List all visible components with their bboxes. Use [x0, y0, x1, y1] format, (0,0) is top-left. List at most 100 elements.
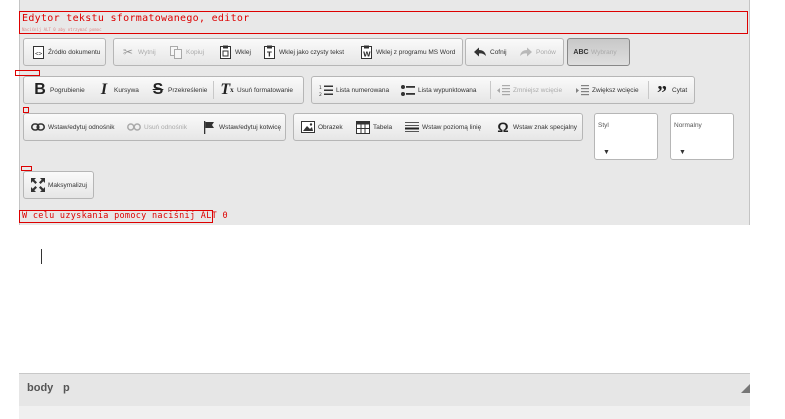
- horizontal-rule-label: Wstaw poziomą linię: [422, 123, 482, 131]
- image-icon: [301, 120, 315, 134]
- editing-area[interactable]: [19, 225, 750, 373]
- toolbar-group-undo: Cofnij Ponów: [465, 38, 564, 66]
- spellcheck-button[interactable]: ABC Wybrany: [571, 39, 620, 65]
- undo-button[interactable]: Cofnij: [470, 39, 510, 65]
- chevron-down-icon: ▼: [603, 149, 610, 156]
- paste-word-icon: W: [359, 45, 373, 59]
- bulleted-list-button[interactable]: Lista wypunktowana: [398, 77, 480, 103]
- strike-button[interactable]: S Przekreślenie: [148, 77, 210, 103]
- undo-button-label: Cofnij: [490, 48, 507, 56]
- toolbar-group-spellcheck: ABC Wybrany: [567, 38, 630, 66]
- editor-subtitle: Naciśnij ALT 0 aby otrzymać pomoc: [22, 27, 102, 32]
- paste-text-button[interactable]: T Wklej jako czysty tekst: [259, 39, 347, 65]
- copy-button-label: Kopiuj: [186, 48, 205, 56]
- toolbar-group-clipboard: ✂ Wytnij Kopiuj Wklej T Wklej jako czyst…: [113, 38, 463, 66]
- bulleted-list-label: Lista wypunktowana: [418, 86, 477, 94]
- table-button-label: Tabela: [373, 123, 393, 131]
- outdent-icon: [496, 83, 510, 97]
- element-path-p[interactable]: p: [63, 382, 70, 394]
- numbered-list-icon: 12: [319, 83, 333, 97]
- remove-format-icon: Tx: [220, 81, 234, 98]
- cut-button-label: Wytnij: [138, 48, 156, 56]
- paste-text-label: Wklej jako czysty tekst: [279, 48, 345, 56]
- anchor-button[interactable]: Wstaw/edytuj kotwicę: [199, 114, 284, 140]
- strike-button-label: Przekreślenie: [168, 86, 208, 94]
- outdent-button[interactable]: Zmniejsz wcięcie: [493, 77, 565, 103]
- toolbar-separator: [490, 81, 491, 99]
- styles-dropdown-value: Styl: [598, 122, 609, 129]
- image-button-label: Obrazek: [318, 123, 343, 131]
- maximize-label: Maksymalizuj: [48, 181, 88, 189]
- toolbar-group-links: Wstaw/edytuj odnośnik Usuń odnośnik Wsta…: [23, 113, 286, 141]
- bold-button[interactable]: B Pogrubienie: [30, 77, 88, 103]
- resize-handle[interactable]: [741, 384, 750, 393]
- svg-text:2: 2: [319, 92, 322, 97]
- strikethrough-icon: S: [152, 81, 164, 98]
- flag-icon: [202, 120, 216, 134]
- toolbar-separator: [213, 81, 214, 99]
- svg-text:1: 1: [319, 85, 322, 91]
- undo-icon: [473, 45, 487, 59]
- status-bar: body p: [19, 373, 750, 406]
- horizontal-rule-button[interactable]: Wstaw poziomą linię: [402, 114, 484, 140]
- maximize-button[interactable]: Maksymalizuj: [28, 172, 90, 198]
- omega-icon: Ω: [497, 119, 509, 135]
- redo-button[interactable]: Ponów: [516, 39, 559, 65]
- bold-button-label: Pogrubienie: [50, 86, 85, 94]
- editor-bottom-strip: [19, 406, 750, 419]
- source-button[interactable]: <> Źródło dokumentu: [28, 39, 103, 65]
- toolbar-group-paragraph: 12 Lista numerowana Lista wypunktowana Z…: [311, 76, 695, 104]
- toolbar-group-insert: Obrazek Tabela Wstaw poziomą linię Ω Wst…: [293, 113, 583, 141]
- copy-icon: [169, 45, 183, 59]
- outdent-label: Zmniejsz wcięcie: [513, 86, 563, 94]
- paste-text-icon: T: [262, 45, 276, 59]
- remove-format-button[interactable]: Tx Usuń formatowanie: [217, 77, 296, 103]
- indent-label: Zwiększ wcięcie: [592, 86, 639, 94]
- styles-dropdown[interactable]: Styl ▼: [594, 113, 658, 160]
- indent-icon: [575, 83, 589, 97]
- format-dropdown[interactable]: Normalny ▼: [670, 113, 734, 160]
- special-char-label: Wstaw znak specjalny: [513, 123, 577, 131]
- text-caret: [41, 249, 42, 264]
- paste-button[interactable]: Wklej: [215, 39, 254, 65]
- toolbar-separator: [648, 81, 649, 99]
- unlink-icon: [127, 120, 141, 134]
- bulleted-list-icon: [401, 83, 415, 97]
- paste-word-button[interactable]: W Wklej z programu MS Word: [356, 39, 458, 65]
- document-source-icon: <>: [31, 45, 45, 59]
- spellcheck-label: Wybrany: [591, 48, 617, 56]
- table-button[interactable]: Tabela: [353, 114, 395, 140]
- numbered-list-label: Lista numerowana: [336, 86, 390, 94]
- italic-button[interactable]: I Kursywa: [94, 77, 142, 103]
- spellcheck-icon: ABC: [573, 48, 589, 56]
- image-button[interactable]: Obrazek: [298, 114, 346, 140]
- link-icon: [31, 120, 45, 134]
- source-button-label: Źródło dokumentu: [48, 48, 101, 56]
- horizontal-rule-icon: [405, 120, 419, 134]
- blockquote-button[interactable]: ” Cytat: [652, 77, 690, 104]
- format-dropdown-value: Normalny: [674, 122, 702, 129]
- help-hint-label: W celu uzyskania pomocy naciśnij ALT 0: [19, 210, 228, 223]
- cut-button[interactable]: ✂ Wytnij: [118, 39, 159, 65]
- redo-button-label: Ponów: [536, 48, 556, 56]
- paste-word-label: Wklej z programu MS Word: [376, 48, 456, 56]
- indent-button[interactable]: Zwiększ wcięcie: [572, 77, 642, 103]
- redo-icon: [519, 45, 533, 59]
- chevron-down-icon: ▼: [679, 149, 686, 156]
- special-char-button[interactable]: Ω Wstaw znak specjalny: [493, 114, 580, 140]
- scissors-icon: ✂: [122, 45, 134, 59]
- svg-text:T: T: [267, 51, 272, 59]
- table-icon: [356, 120, 370, 134]
- link-button[interactable]: Wstaw/edytuj odnośnik: [28, 114, 117, 140]
- svg-text:W: W: [363, 51, 371, 59]
- quote-icon: ”: [657, 82, 667, 104]
- paste-button-label: Wklej: [235, 48, 251, 56]
- copy-button[interactable]: Kopiuj: [166, 39, 207, 65]
- unlink-button[interactable]: Usuń odnośnik: [124, 114, 190, 140]
- element-path-body[interactable]: body: [27, 382, 53, 394]
- page-background: [750, 0, 785, 406]
- italic-button-label: Kursywa: [114, 86, 139, 94]
- numbered-list-button[interactable]: 12 Lista numerowana: [316, 77, 392, 103]
- editor-title: Edytor tekstu sformatowanego, editor: [22, 13, 250, 24]
- maximize-icon: [31, 178, 45, 192]
